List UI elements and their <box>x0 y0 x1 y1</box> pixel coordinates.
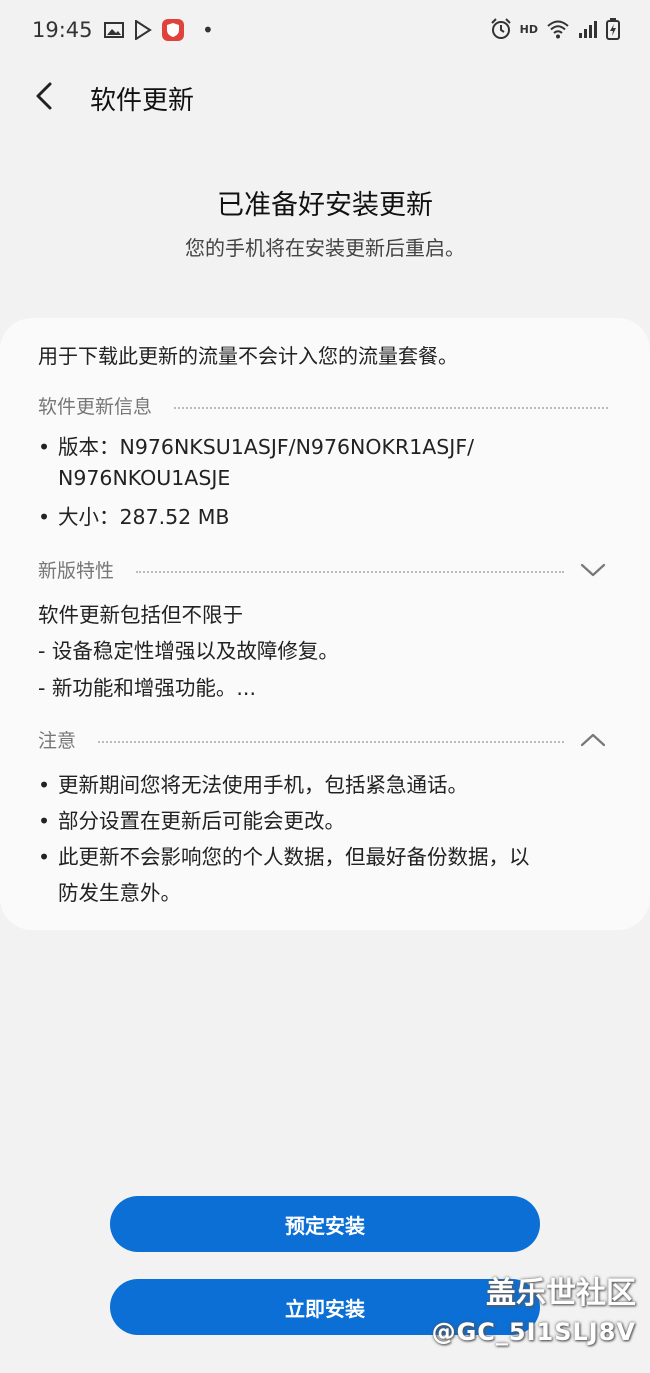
page-title: 软件更新 <box>90 86 195 116</box>
note-text-3-line-2: 防发生意外。 <box>58 881 181 905</box>
section-header-notes[interactable]: 注意 <box>38 726 608 753</box>
wifi-icon <box>547 20 569 39</box>
data-usage-notice: 用于下载此更新的流量不会计入您的流量套餐。 <box>38 344 458 368</box>
bullet-dot: • <box>38 435 51 459</box>
play-store-icon <box>135 20 152 40</box>
status-bar: 19:45 • HD <box>0 0 650 62</box>
update-details-card: 用于下载此更新的流量不会计入您的流量套餐。 软件更新信息 • 版本：N976NKS… <box>0 318 650 930</box>
watermark-user-id: @GC_5I1SLJ8V <box>431 1318 636 1346</box>
notification-icons: • <box>104 18 214 42</box>
feature-item-1: - 设备稳定性增强以及故障修复。 <box>38 639 339 663</box>
note-text-2: 部分设置在更新后可能会更改。 <box>58 809 345 833</box>
more-notifications-dot-icon: • <box>202 18 214 42</box>
bullet-dot: • <box>38 773 51 797</box>
restart-notice: 您的手机将在安装更新后重启。 <box>185 236 465 260</box>
schedule-install-button[interactable]: 预定安装 <box>110 1196 540 1252</box>
alarm-icon <box>490 18 511 39</box>
system-icons: HD <box>490 18 620 40</box>
dotted-divider <box>98 740 564 743</box>
chevron-up-icon[interactable] <box>578 730 608 750</box>
bullet-dot: • <box>38 505 51 529</box>
gallery-icon <box>104 22 124 38</box>
section-header-update-info: 软件更新信息 <box>38 392 608 419</box>
watermark-community: 盖乐世社区 <box>486 1276 636 1311</box>
bullet-dot: • <box>38 845 51 869</box>
note-item-3: • 此更新不会影响您的个人数据，但最好备份数据，以 <box>38 840 530 870</box>
update-ready-title: 已准备好安装更新 <box>217 190 433 221</box>
note-item-2: • 部分设置在更新后可能会更改。 <box>38 804 345 834</box>
battery-charging-icon <box>606 18 620 40</box>
version-item: • 版本：N976NKSU1ASJF/N976NOKR1ASJF/ <box>38 430 474 460</box>
size-text: 大小：287.52 MB <box>58 505 230 529</box>
section-label-update-info: 软件更新信息 <box>38 396 153 418</box>
bullet-dot: • <box>38 809 51 833</box>
version-line-2: N976NKOU1ASJE <box>58 466 231 490</box>
back-arrow-icon[interactable] <box>28 78 64 114</box>
section-label-new-features: 新版特性 <box>38 560 115 582</box>
section-label-notes: 注意 <box>38 730 77 752</box>
chevron-down-icon[interactable] <box>578 560 608 580</box>
status-time: 19:45 <box>32 18 93 42</box>
size-item: • 大小：287.52 MB <box>38 500 230 530</box>
signal-icon <box>579 21 597 38</box>
note-text-3-line-1: 此更新不会影响您的个人数据，但最好备份数据，以 <box>58 845 530 869</box>
security-app-icon <box>162 19 184 41</box>
features-intro: 软件更新包括但不限于 <box>38 603 243 627</box>
dotted-divider <box>174 406 608 409</box>
feature-item-2: - 新功能和增强功能。... <box>38 676 256 700</box>
version-line-1: 版本：N976NKSU1ASJF/N976NOKR1ASJF/ <box>58 435 475 459</box>
section-header-new-features[interactable]: 新版特性 <box>38 556 608 583</box>
hd-voice-badge: HD <box>519 22 538 36</box>
dotted-divider <box>136 570 564 573</box>
note-text-1: 更新期间您将无法使用手机，包括紧急通话。 <box>58 773 468 797</box>
note-item-1: • 更新期间您将无法使用手机，包括紧急通话。 <box>38 768 468 798</box>
